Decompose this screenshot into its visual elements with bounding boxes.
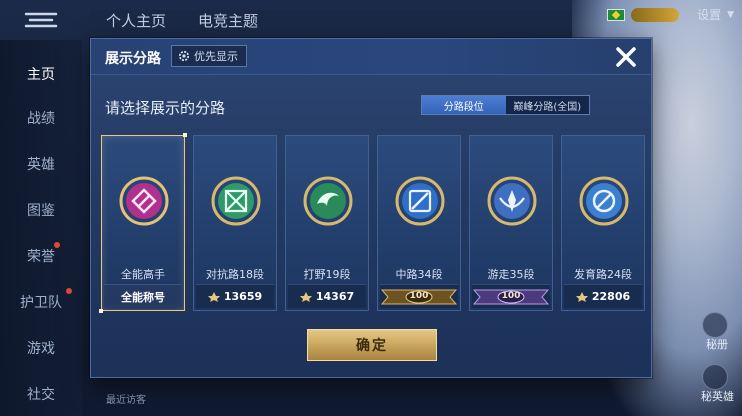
right-action-label: 秘英雄 bbox=[701, 390, 734, 403]
hero-icon[interactable] bbox=[702, 364, 728, 390]
tab-profile[interactable]: 个人主页 bbox=[106, 10, 166, 31]
gear-icon bbox=[178, 50, 190, 62]
lane-card-name: 全能高手 bbox=[121, 268, 165, 281]
lane-card-footer: 22806 bbox=[564, 284, 642, 308]
score-icon bbox=[299, 291, 312, 302]
lane-card-list: 全能高手 全能称号 对抗路18段 13659 打野19段 14367 中路34段… bbox=[99, 133, 645, 313]
lane-card-all-round[interactable]: 全能高手 全能称号 bbox=[99, 133, 187, 313]
right-action-label: 秘册 bbox=[706, 338, 728, 351]
notification-dot bbox=[54, 242, 60, 248]
lane-card-farm[interactable]: 发育路24段 22806 bbox=[561, 135, 645, 311]
toggle-peak-lane[interactable]: 巅峰分路(全国) bbox=[506, 96, 590, 114]
priority-display-button[interactable]: 优先显示 bbox=[171, 45, 247, 67]
close-icon[interactable] bbox=[613, 44, 639, 70]
lane-card-name: 中路34段 bbox=[395, 268, 443, 281]
topbar-right: 设置 ▼ bbox=[607, 6, 734, 23]
lane-card-mid[interactable]: 中路34段 100 bbox=[377, 135, 461, 311]
tab-esports-theme[interactable]: 电竞主题 bbox=[198, 10, 258, 31]
dialog-title: 展示分路 bbox=[105, 51, 161, 67]
sidebar-item-social[interactable]: 社交 bbox=[0, 384, 82, 404]
score-icon bbox=[207, 291, 220, 302]
lane-score: 22806 bbox=[591, 290, 631, 303]
all-round-emblem-icon bbox=[119, 176, 169, 226]
lane-card-footer: 14367 bbox=[288, 284, 366, 308]
dialog-header: 展示分路 优先显示 bbox=[91, 39, 651, 75]
lane-card-name: 对抗路18段 bbox=[206, 268, 264, 281]
lane-card-name: 打野19段 bbox=[303, 268, 351, 281]
sidebar-item-record[interactable]: 战绩 bbox=[0, 108, 82, 128]
priority-display-label: 优先显示 bbox=[194, 50, 238, 63]
peak-rank-number: 100 bbox=[409, 290, 429, 301]
lane-display-dialog: 展示分路 优先显示 请选择展示的分路 分路段位 巅峰分路(全国) 全能高手 全能… bbox=[90, 38, 652, 378]
roam-emblem-icon bbox=[487, 176, 537, 226]
chevron-down-icon[interactable]: ▼ bbox=[727, 10, 734, 20]
lane-card-footer: 100 bbox=[472, 284, 550, 308]
peak-rank-badge: 100 bbox=[380, 288, 458, 306]
lane-score: 14367 bbox=[315, 290, 355, 303]
top-nav: 个人主页 电竞主题 设置 ▼ bbox=[0, 0, 742, 38]
clash-lane-emblem-icon bbox=[211, 176, 261, 226]
sidebar-item-codex[interactable]: 图鉴 bbox=[0, 200, 82, 220]
settings-button[interactable]: 设置 bbox=[697, 6, 721, 23]
notification-dot bbox=[66, 288, 72, 294]
score-icon bbox=[575, 291, 588, 302]
figure-icon[interactable] bbox=[702, 312, 728, 338]
currency-pill[interactable] bbox=[631, 7, 680, 22]
sidebar-item-guard-team[interactable]: 护卫队 bbox=[0, 288, 82, 312]
toggle-lane-rank[interactable]: 分路段位 bbox=[422, 96, 506, 114]
mid-lane-emblem-icon bbox=[395, 176, 445, 226]
all-round-title: 全能称号 bbox=[121, 290, 165, 304]
lane-card-footer: 13659 bbox=[196, 284, 274, 308]
jungle-emblem-icon bbox=[303, 176, 353, 226]
sidebar-item-heroes[interactable]: 英雄 bbox=[0, 154, 82, 174]
lane-card-clash[interactable]: 对抗路18段 13659 bbox=[193, 135, 277, 311]
lane-score: 13659 bbox=[223, 290, 263, 303]
lane-card-roam[interactable]: 游走35段 100 bbox=[469, 135, 553, 311]
dialog-prompt: 请选择展示的分路 bbox=[105, 99, 226, 117]
peak-rank-number: 100 bbox=[501, 290, 521, 301]
lane-card-footer: 全能称号 bbox=[104, 284, 182, 308]
confirm-button[interactable]: 确定 bbox=[307, 329, 437, 361]
farm-lane-emblem-icon bbox=[579, 176, 629, 226]
peak-rank-badge: 100 bbox=[472, 288, 550, 306]
lane-card-jungle[interactable]: 打野19段 14367 bbox=[285, 135, 369, 311]
lane-card-name: 游走35段 bbox=[487, 268, 535, 281]
sidebar-item-games[interactable]: 游戏 bbox=[0, 338, 82, 358]
sidebar: 主页 战绩 英雄 图鉴 荣誉 护卫队 游戏 社交 bbox=[0, 40, 82, 416]
sidebar-item-home[interactable]: 主页 bbox=[0, 64, 82, 84]
lane-card-footer: 100 bbox=[380, 284, 458, 308]
sidebar-item-honor[interactable]: 荣誉 bbox=[0, 242, 82, 266]
flag-icon bbox=[607, 8, 626, 21]
lane-mode-toggle: 分路段位 巅峰分路(全国) bbox=[421, 95, 590, 115]
lane-card-name: 发育路24段 bbox=[574, 268, 632, 281]
recent-visitors-label[interactable]: 最近访客 bbox=[106, 391, 146, 406]
